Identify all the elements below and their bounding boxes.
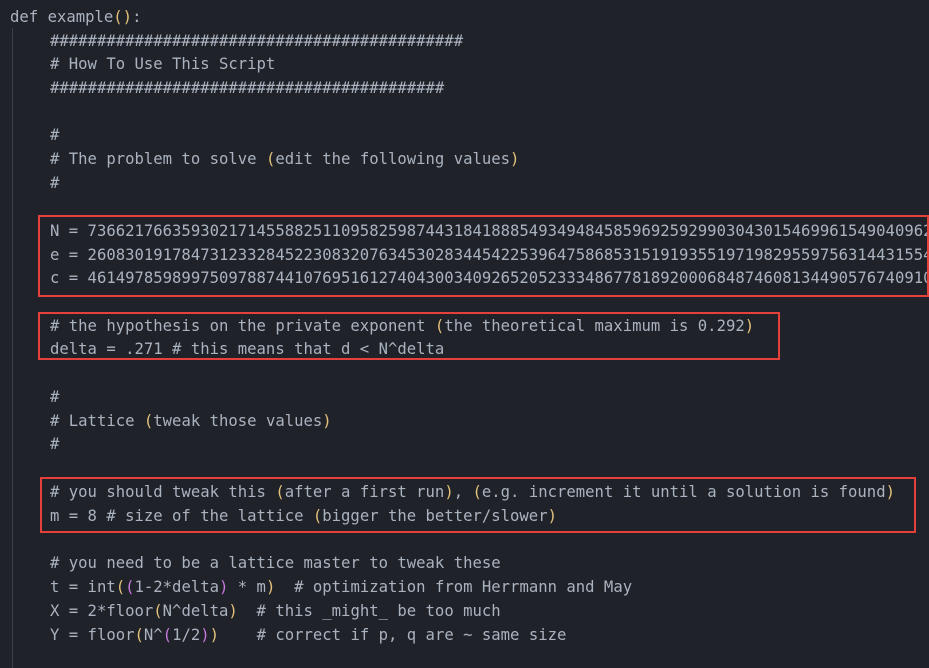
function-name: example (47, 8, 114, 26)
paren: ) (510, 150, 520, 168)
t-inner: 1-2*delta (134, 578, 220, 596)
code-line-x: X = 2*floor(N^delta) # this _might_ be t… (50, 599, 501, 623)
highlight-box-nec (38, 215, 929, 297)
paren: ( (113, 8, 123, 26)
paren: ) (200, 626, 210, 644)
paren: ) (265, 578, 276, 596)
paren: ) (209, 626, 220, 644)
paren: ( (162, 626, 173, 644)
x-inner: N^delta (162, 602, 229, 620)
y-inner-1: N^ (143, 626, 163, 644)
y-text: Y = floor (50, 626, 135, 644)
lattice-inner: tweak those values (153, 412, 323, 430)
code-line-t: t = int((1-2*delta) * m) # optimization … (50, 575, 632, 599)
highlight-box-lattice-size (40, 477, 916, 533)
paren: ( (143, 412, 154, 430)
code-line-lattice: # Lattice (tweak those values) (50, 409, 332, 433)
problem-inner: edit the following values (275, 150, 511, 168)
def-keyword: def (10, 8, 39, 26)
code-editor[interactable]: def example(): #########################… (0, 0, 929, 668)
highlight-box-delta (38, 312, 780, 360)
code-line-comment-blank-1: # (50, 126, 60, 144)
paren: ( (153, 602, 163, 620)
t-comment: # optimization from Herrmann and May (275, 578, 633, 596)
problem-text: # The problem to solve (50, 150, 266, 168)
code-line-comment-blank-4: # (50, 435, 60, 453)
paren: ) (228, 602, 238, 620)
code-line-how-to: # How To Use This Script (50, 55, 276, 73)
colon: : (132, 8, 142, 26)
paren: ) (219, 578, 229, 596)
code-line-def: def example(): (10, 5, 141, 29)
t-text: t = int (50, 578, 116, 596)
y-comment: # correct if p, q are ~ same size (219, 626, 567, 644)
code-line-hash-2: ########################################… (50, 79, 445, 97)
x-comment: # this _might_ be too much (237, 602, 501, 620)
code-line-comment-blank-3: # (50, 388, 60, 406)
paren: ( (125, 578, 135, 596)
paren: ) (122, 8, 133, 26)
paren: ) (322, 412, 332, 430)
lattice-text: # Lattice (50, 412, 144, 430)
code-line-comment-blank-2: # (50, 174, 60, 192)
paren: ( (265, 150, 276, 168)
paren: ( (115, 578, 126, 596)
indent-guide (12, 28, 13, 668)
code-line-master: # you need to be a lattice master to twe… (50, 554, 501, 572)
t-mid: * m (228, 578, 266, 596)
code-line-hash-1: ########################################… (50, 32, 464, 50)
y-inner-2: 1/2 (172, 626, 201, 644)
paren: ( (134, 626, 144, 644)
x-text: X = 2*floor (50, 602, 154, 620)
code-line-problem: # The problem to solve (edit the followi… (50, 147, 519, 171)
code-line-y: Y = floor(N^(1/2)) # correct if p, q are… (50, 623, 566, 647)
